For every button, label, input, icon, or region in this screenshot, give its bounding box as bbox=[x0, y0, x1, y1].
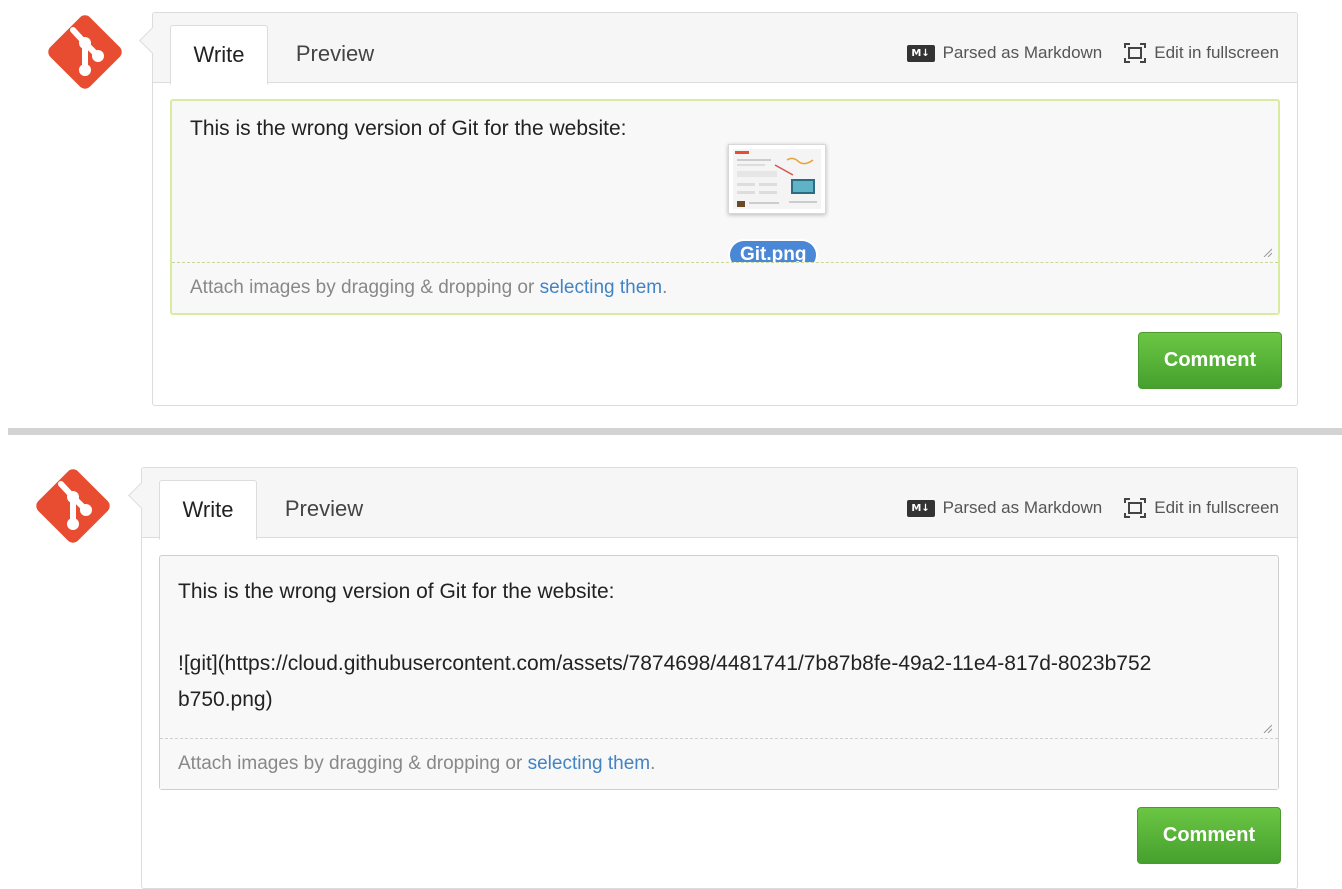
fullscreen-icon bbox=[1124, 43, 1147, 63]
comment-button[interactable]: Comment bbox=[1138, 332, 1282, 389]
resize-grip-icon[interactable] bbox=[1262, 723, 1272, 733]
attach-hint-suffix: . bbox=[662, 277, 668, 298]
section-divider bbox=[8, 428, 1342, 435]
fullscreen-button[interactable]: Edit in fullscreen bbox=[1124, 498, 1279, 518]
comment-card: Write Preview M↓ Parsed as Markdown Edit… bbox=[139, 12, 1298, 406]
tab-preview[interactable]: Preview bbox=[279, 25, 391, 83]
markdown-icon: M↓ bbox=[906, 44, 935, 62]
fullscreen-icon bbox=[1124, 498, 1147, 518]
dragged-image-thumbnail bbox=[728, 144, 826, 214]
textarea-value: This is the wrong version of Git for the… bbox=[190, 117, 627, 140]
attach-images-zone[interactable]: Attach images by dragging & dropping or … bbox=[160, 738, 1278, 789]
comment-textarea[interactable]: This is the wrong version of Git for the… bbox=[170, 99, 1280, 315]
markdown-label: Parsed as Markdown bbox=[942, 498, 1103, 517]
comment-card: Write Preview M↓ Parsed as Markdown Edit… bbox=[128, 467, 1298, 889]
fullscreen-label: Edit in fullscreen bbox=[1154, 498, 1279, 517]
tab-preview[interactable]: Preview bbox=[268, 480, 380, 538]
attach-images-zone[interactable]: Attach images by dragging & dropping or … bbox=[172, 262, 1278, 313]
git-logo-avatar bbox=[43, 10, 127, 94]
comment-button[interactable]: Comment bbox=[1137, 807, 1281, 864]
attach-hint-text: Attach images by dragging & dropping or bbox=[190, 277, 540, 298]
git-logo-icon bbox=[48, 15, 122, 89]
markdown-icon: M↓ bbox=[906, 499, 935, 517]
markdown-help-link[interactable]: M↓ Parsed as Markdown bbox=[906, 43, 1103, 63]
attach-hint-suffix: . bbox=[650, 753, 656, 774]
select-files-link[interactable]: selecting them bbox=[540, 277, 663, 298]
fullscreen-label: Edit in fullscreen bbox=[1154, 43, 1279, 62]
editor-tabbar: Write Preview M↓ Parsed as Markdown Edit… bbox=[153, 13, 1297, 85]
git-logo-avatar bbox=[31, 464, 115, 548]
resize-grip-icon[interactable] bbox=[1262, 247, 1272, 257]
tab-write[interactable]: Write bbox=[170, 25, 268, 85]
editor-toolbar: M↓ Parsed as Markdown Edit in fullscreen bbox=[885, 498, 1279, 518]
fullscreen-button[interactable]: Edit in fullscreen bbox=[1124, 43, 1279, 63]
git-logo-icon bbox=[36, 469, 110, 543]
attach-hint-text: Attach images by dragging & dropping or bbox=[178, 753, 528, 774]
textarea-value: This is the wrong version of Git for the… bbox=[178, 580, 1152, 711]
comment-textarea[interactable]: This is the wrong version of Git for the… bbox=[159, 555, 1279, 790]
select-files-link[interactable]: selecting them bbox=[528, 753, 651, 774]
markdown-label: Parsed as Markdown bbox=[942, 43, 1103, 62]
editor-toolbar: M↓ Parsed as Markdown Edit in fullscreen bbox=[885, 43, 1279, 63]
tab-write[interactable]: Write bbox=[159, 480, 257, 540]
markdown-help-link[interactable]: M↓ Parsed as Markdown bbox=[906, 498, 1103, 518]
editor-tabbar: Write Preview M↓ Parsed as Markdown Edit… bbox=[142, 468, 1297, 540]
